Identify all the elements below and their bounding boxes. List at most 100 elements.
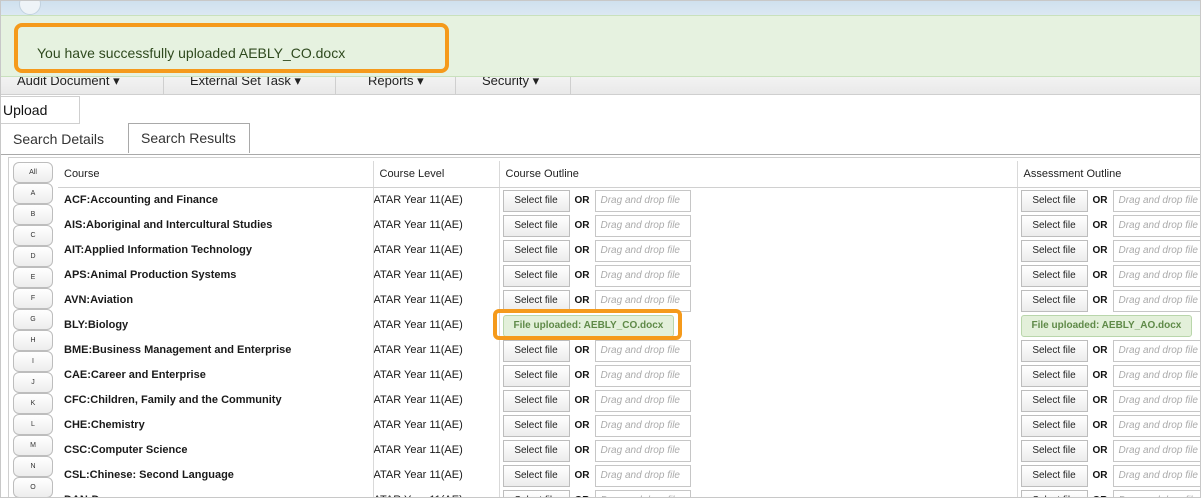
course-name: APS:Animal Production Systems xyxy=(58,262,374,287)
or-label: OR xyxy=(1092,470,1108,481)
outline-drop-zone[interactable]: Drag and drop file xyxy=(594,239,691,262)
outline-select-file-button[interactable]: Select file xyxy=(502,414,570,437)
assessment-select-file-button[interactable]: Select file xyxy=(1020,464,1088,487)
assessment-select-file-button[interactable]: Select file xyxy=(1020,439,1088,462)
outline-drop-zone[interactable]: Drag and drop file xyxy=(594,389,691,412)
alpha-filter-n[interactable]: N xyxy=(13,456,53,477)
assessment-select-file-button[interactable]: Select file xyxy=(1020,339,1088,362)
assessment-upload-controls: Select fileORDrag and drop file xyxy=(1020,289,1200,312)
assessment-drop-zone[interactable]: Drag and drop file xyxy=(1112,289,1200,312)
alpha-filter-h[interactable]: H xyxy=(13,330,53,351)
outline-drop-zone[interactable]: Drag and drop file xyxy=(594,439,691,462)
alpha-filter-m[interactable]: M xyxy=(13,435,53,456)
outline-select-file-button[interactable]: Select file xyxy=(502,189,570,212)
course-name: CHE:Chemistry xyxy=(58,412,374,437)
assessment-select-file-button[interactable]: Select file xyxy=(1020,289,1088,312)
course-outline-cell: Select fileORDrag and drop file xyxy=(499,487,1018,497)
assessment-select-file-button[interactable]: Select file xyxy=(1020,489,1088,497)
header-course-level: Course Level xyxy=(373,161,500,188)
table-header-row: Course Course Level Course Outline Asses… xyxy=(58,161,1200,188)
outline-drop-zone[interactable]: Drag and drop file xyxy=(594,214,691,237)
outline-select-file-button[interactable]: Select file xyxy=(502,489,570,497)
assessment-select-file-button[interactable]: Select file xyxy=(1020,389,1088,412)
course-name: CSC:Computer Science xyxy=(58,437,374,462)
outline-drop-zone[interactable]: Drag and drop file xyxy=(594,464,691,487)
or-label: OR xyxy=(1092,270,1108,281)
or-label: OR xyxy=(574,395,590,406)
table-row: BME:Business Management and Enterprise AT… xyxy=(58,337,1200,362)
outline-drop-zone[interactable]: Drag and drop file xyxy=(594,339,691,362)
alpha-filter-a[interactable]: A xyxy=(13,183,53,204)
assessment-upload-controls: Select fileORDrag and drop file xyxy=(1020,489,1200,497)
course-outline-cell: Select fileORDrag and drop file xyxy=(499,412,1018,437)
outline-drop-zone[interactable]: Drag and drop file xyxy=(594,264,691,287)
alpha-filter-l[interactable]: L xyxy=(13,414,53,435)
table-row: CHE:Chemistry ATAR Year 11(AE) Select file… xyxy=(58,412,1200,437)
course-level: ATAR Year 11(AE) xyxy=(373,487,500,497)
outline-drop-zone[interactable]: Drag and drop file xyxy=(594,489,691,497)
assessment-drop-zone[interactable]: Drag and drop file xyxy=(1112,189,1200,212)
course-level: ATAR Year 11(AE) xyxy=(373,287,500,312)
assessment-outline-cell: Select file OR Drag and drop file xyxy=(1017,187,1200,212)
outline-select-file-button[interactable]: Select file xyxy=(502,439,570,462)
outline-select-file-button[interactable]: Select file xyxy=(502,264,570,287)
outline-drop-zone[interactable]: Drag and drop file xyxy=(594,189,691,212)
outline-upload-controls: Select file OR Drag and drop file xyxy=(502,464,691,487)
assessment-drop-zone[interactable]: Drag and drop file xyxy=(1112,239,1200,262)
alpha-filter-c[interactable]: C xyxy=(13,225,53,246)
or-label: OR xyxy=(574,445,590,456)
assessment-drop-zone[interactable]: Drag and drop file xyxy=(1112,389,1200,412)
outline-select-file-button[interactable]: Select file xyxy=(502,389,570,412)
assessment-select-file-button[interactable]: Select file xyxy=(1020,264,1088,287)
or-label: OR xyxy=(1092,420,1108,431)
or-label: OR xyxy=(574,470,590,481)
outline-select-file-button[interactable]: Select file xyxy=(502,364,570,387)
alpha-filter-o[interactable]: O xyxy=(13,477,53,497)
table-row: AIT:Applied Information Technology ATAR Y… xyxy=(58,237,1200,262)
assessment-select-file-button[interactable]: Select file xyxy=(1020,364,1088,387)
assessment-upload-controls: Select file OR Drag and drop file xyxy=(1020,414,1200,437)
tab-search-results[interactable]: Search Results xyxy=(128,123,250,153)
header-course-outline: Course Outline xyxy=(499,161,1018,188)
outline-select-file-button[interactable]: Select file xyxy=(502,464,570,487)
course-level: ATAR Year 11(AE) xyxy=(373,187,500,212)
or-label: OR xyxy=(1092,220,1108,231)
table-row: CAE:Career and Enterprise ATAR Year 11(AE… xyxy=(58,362,1200,387)
or-label: OR xyxy=(574,295,590,306)
alpha-filter-e[interactable]: E xyxy=(13,267,53,288)
alpha-filter-f[interactable]: F xyxy=(13,288,53,309)
alpha-filter-i[interactable]: I xyxy=(13,351,53,372)
alpha-filter-d[interactable]: D xyxy=(13,246,53,267)
alpha-filter-all[interactable]: All xyxy=(13,162,53,183)
assessment-drop-zone[interactable]: Drag and drop file xyxy=(1112,214,1200,237)
assessment-select-file-button[interactable]: Select file xyxy=(1020,414,1088,437)
assessment-select-file-button[interactable]: Select file xyxy=(1020,189,1088,212)
assessment-drop-zone[interactable]: Drag and drop file xyxy=(1112,264,1200,287)
outline-drop-zone[interactable]: Drag and drop file xyxy=(594,414,691,437)
assessment-drop-zone[interactable]: Drag and drop file xyxy=(1112,464,1200,487)
alpha-filter-g[interactable]: G xyxy=(13,309,53,330)
assessment-drop-zone[interactable]: Drag and drop file xyxy=(1112,414,1200,437)
outline-select-file-button[interactable]: Select file xyxy=(502,239,570,262)
alpha-filter-k[interactable]: K xyxy=(13,393,53,414)
outline-select-file-button[interactable]: Select file xyxy=(502,214,570,237)
outline-select-file-button[interactable]: Select file xyxy=(502,339,570,362)
assessment-select-file-button[interactable]: Select file xyxy=(1020,239,1088,262)
course-outline-cell: Select file OR Drag and drop file xyxy=(499,387,1018,412)
assessment-drop-zone[interactable]: Drag and drop file xyxy=(1112,489,1200,497)
course-name: AIT:Applied Information Technology xyxy=(58,237,374,262)
course-outline-cell: Select file OR Drag and drop file xyxy=(499,437,1018,462)
outline-upload-controls: Select file OR Drag and drop file xyxy=(502,389,691,412)
upload-button[interactable]: Upload xyxy=(1,96,80,124)
alpha-filter-b[interactable]: B xyxy=(13,204,53,225)
assessment-drop-zone[interactable]: Drag and drop file xyxy=(1112,439,1200,462)
assessment-drop-zone[interactable]: Drag and drop file xyxy=(1112,364,1200,387)
assessment-drop-zone[interactable]: Drag and drop file xyxy=(1112,339,1200,362)
outline-upload-controls: Select file OR Drag and drop file xyxy=(502,264,691,287)
alpha-filter-j[interactable]: J xyxy=(13,372,53,393)
or-label: OR xyxy=(574,220,590,231)
assessment-select-file-button[interactable]: Select file xyxy=(1020,214,1088,237)
logo xyxy=(19,1,41,15)
outline-drop-zone[interactable]: Drag and drop file xyxy=(594,364,691,387)
tab-search-details[interactable]: Search Details xyxy=(1,125,125,155)
